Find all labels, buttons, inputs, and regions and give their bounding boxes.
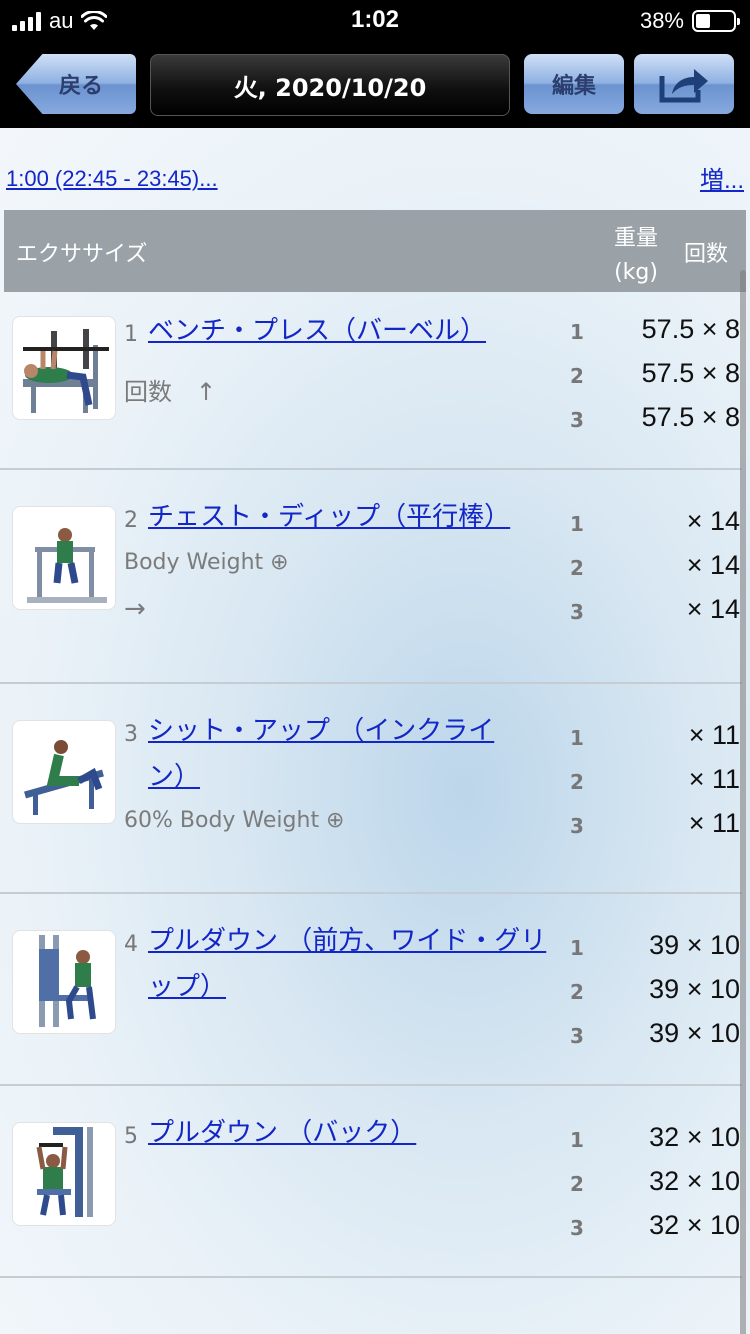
set-value: × 11 (688, 764, 740, 794)
exercise-name-link[interactable]: ベンチ・プレス（バーベル） (148, 308, 548, 354)
exercise-name-link[interactable]: シット・アップ （インクライン） (148, 708, 528, 800)
set-number: 3 (570, 408, 584, 432)
share-icon (659, 69, 708, 103)
set-row: 3 × 11 (570, 804, 740, 848)
battery-icon (692, 10, 740, 32)
header-weight: 重量 (kg) (600, 222, 672, 290)
set-value: 57.5 × 8 (641, 358, 740, 388)
set-number: 1 (570, 936, 584, 960)
duration-link[interactable]: 1:00 (22:45 - 23:45)... (6, 166, 218, 192)
exercise-sub[interactable]: Body Weight ⊕ (124, 550, 289, 575)
status-right: 38% (639, 8, 740, 34)
set-value: 32 × 10 (649, 1166, 740, 1196)
set-number: 1 (570, 726, 584, 750)
exercise-row[interactable]: 2 チェスト・ディップ（平行棒） Body Weight ⊕ → 1 × 14 … (0, 470, 742, 684)
set-value: 39 × 10 (649, 930, 740, 960)
table-header: エクササイズ 重量 (kg) 回数 (4, 210, 746, 292)
set-number: 1 (570, 512, 584, 536)
exercise-number: 2 (124, 508, 138, 533)
exercise-name-link[interactable]: チェスト・ディップ（平行棒） (148, 494, 548, 540)
set-number: 3 (570, 1216, 584, 1240)
header-reps: 回数 (684, 242, 729, 267)
bench-press-image (12, 316, 116, 420)
set-row: 2 57.5 × 8 (570, 354, 740, 398)
back-button[interactable]: 戻る (16, 54, 136, 114)
set-number: 3 (570, 1024, 584, 1048)
set-number: 2 (570, 980, 584, 1004)
chest-dip-image (12, 506, 116, 610)
set-row: 1 × 11 (570, 716, 740, 760)
set-row: 1 32 × 10 (570, 1118, 740, 1162)
set-row: 2 39 × 10 (570, 970, 740, 1014)
scrollbar[interactable] (740, 270, 746, 1334)
exercise-number: 4 (124, 932, 138, 957)
header-weight-unit: (kg) (614, 260, 658, 285)
set-number: 2 (570, 556, 584, 580)
set-number: 3 (570, 600, 584, 624)
set-row: 3 39 × 10 (570, 1014, 740, 1058)
workout-detail: 1:00 (22:45 - 23:45)... 増... エクササイズ 重量 (… (0, 128, 750, 1334)
clock: 1:02 (350, 6, 400, 33)
set-row: 3 32 × 10 (570, 1206, 740, 1250)
set-number: 3 (570, 814, 584, 838)
status-bar: au 1:02 38% (0, 0, 750, 42)
set-value: × 14 (686, 506, 740, 536)
set-row: 2 × 11 (570, 760, 740, 804)
set-number: 1 (570, 1128, 584, 1152)
date-title[interactable]: 火, 2020/10/20 (150, 54, 510, 116)
share-button[interactable] (634, 54, 734, 114)
exercise-row[interactable]: 4 プルダウン （前方、ワイド・グリップ） 1 39 × 10 2 39 × 1… (0, 894, 742, 1086)
set-value: × 14 (686, 550, 740, 580)
set-row: 2 32 × 10 (570, 1162, 740, 1206)
exercise-number: 3 (124, 722, 138, 747)
set-value: × 11 (688, 720, 740, 750)
exercise-name-link[interactable]: プルダウン （バック） (148, 1110, 548, 1156)
exercise-row[interactable]: 5 プルダウン （バック） 1 32 × 10 2 32 × 10 3 32 ×… (0, 1086, 742, 1278)
set-value: 32 × 10 (649, 1122, 740, 1152)
exercise-row[interactable]: 3 シット・アップ （インクライン） 60% Body Weight ⊕ 1 ×… (0, 684, 742, 894)
exercise-number: 1 (124, 322, 138, 347)
set-number: 2 (570, 1172, 584, 1196)
set-value: × 11 (688, 808, 740, 838)
set-value: 39 × 10 (649, 1018, 740, 1048)
arrow-indicator: → (124, 594, 146, 624)
set-value: 57.5 × 8 (641, 402, 740, 432)
set-row: 1 39 × 10 (570, 926, 740, 970)
navigation-bar: 戻る 火, 2020/10/20 編集 (0, 42, 750, 128)
set-number: 1 (570, 320, 584, 344)
set-number: 2 (570, 770, 584, 794)
set-row: 3 × 14 (570, 590, 740, 634)
back-pulldown-image (12, 1122, 116, 1226)
exercise-name-link[interactable]: プルダウン （前方、ワイド・グリップ） (148, 918, 548, 1010)
exercise-sub[interactable]: 60% Body Weight ⊕ (124, 808, 345, 833)
exercise-sub: 回数 ↑ (124, 378, 217, 406)
set-value: × 14 (686, 594, 740, 624)
header-exercise: エクササイズ (16, 242, 148, 267)
battery-percent: 38% (639, 8, 684, 33)
set-row: 1 57.5 × 8 (570, 310, 740, 354)
set-value: 32 × 10 (649, 1210, 740, 1240)
exercise-row[interactable]: 1 ベンチ・プレス（バーベル） 回数 ↑ 1 57.5 × 8 2 57.5 ×… (0, 292, 742, 470)
set-row: 1 × 14 (570, 502, 740, 546)
more-link[interactable]: 増... (700, 160, 744, 195)
edit-button[interactable]: 編集 (524, 54, 624, 114)
set-number: 2 (570, 364, 584, 388)
set-row: 3 57.5 × 8 (570, 398, 740, 442)
set-value: 57.5 × 8 (641, 314, 740, 344)
set-row: 2 × 14 (570, 546, 740, 590)
header-weight-label: 重量 (613, 226, 658, 251)
set-value: 39 × 10 (649, 974, 740, 1004)
exercise-number: 5 (124, 1124, 138, 1149)
incline-situp-image (12, 720, 116, 824)
wide-pulldown-image (12, 930, 116, 1034)
